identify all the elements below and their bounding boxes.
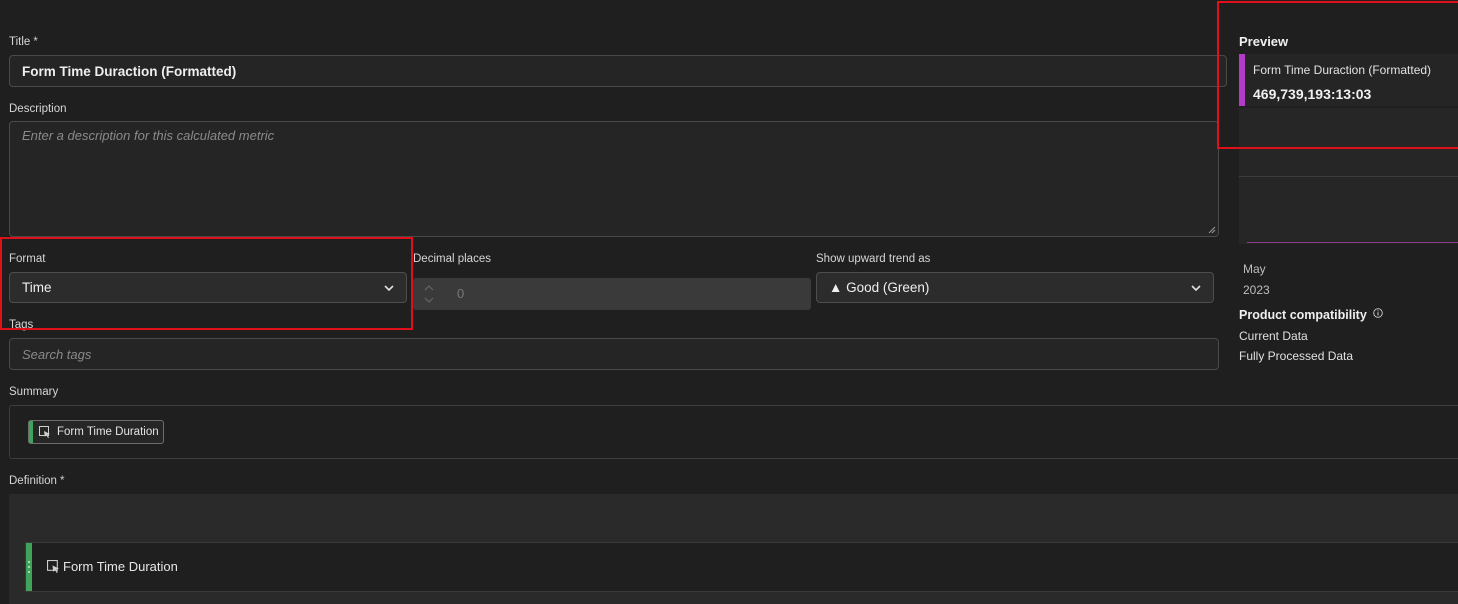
compat-heading: Product compatibility — [1239, 308, 1384, 322]
definition-label: Definition * — [9, 475, 65, 487]
trend-label: Show upward trend as — [816, 253, 931, 265]
chart-series-line — [1247, 242, 1458, 243]
description-field[interactable] — [9, 121, 1219, 237]
tags-input[interactable] — [10, 339, 1218, 369]
chevron-down-icon — [1191, 285, 1201, 292]
metric-icon — [47, 560, 59, 573]
definition-metric-label: Form Time Duration — [63, 559, 178, 574]
summary-box: Form Time Duration — [9, 405, 1458, 459]
summary-label: Summary — [9, 386, 59, 398]
compat-item: Fully Processed Data — [1239, 349, 1354, 363]
chart-year-label: 2023 — [1243, 283, 1270, 297]
compat-item: Current Data — [1239, 329, 1308, 343]
decimal-label: Decimal places — [413, 253, 491, 265]
definition-metric-row[interactable]: Form Time Duration — [25, 542, 1458, 592]
highlight-format-box — [0, 237, 413, 330]
stepper-arrows-icon — [424, 285, 434, 303]
summary-chip[interactable]: Form Time Duration — [28, 420, 164, 444]
resize-handle-icon[interactable] — [1208, 226, 1216, 234]
chart-month-label: May — [1243, 262, 1266, 276]
trend-select-value: ▲ Good (Green) — [829, 280, 930, 295]
title-field[interactable] — [9, 55, 1227, 87]
info-icon[interactable] — [1373, 308, 1384, 318]
title-label: Title * — [9, 36, 38, 48]
definition-canvas[interactable]: Form Time Duration — [9, 494, 1458, 604]
tags-field[interactable] — [9, 338, 1219, 370]
drag-handle-icon[interactable] — [27, 559, 31, 575]
description-input[interactable] — [10, 122, 1218, 234]
highlight-preview-box — [1217, 1, 1458, 149]
chart-gridline — [1239, 176, 1458, 177]
decimal-stepper: 0 — [413, 278, 811, 310]
trend-select[interactable]: ▲ Good (Green) — [816, 272, 1214, 303]
summary-chip-label: Form Time Duration — [57, 426, 159, 438]
title-input[interactable] — [10, 56, 1226, 86]
description-label: Description — [9, 103, 67, 115]
metric-icon — [39, 426, 50, 438]
decimal-value: 0 — [457, 286, 465, 301]
